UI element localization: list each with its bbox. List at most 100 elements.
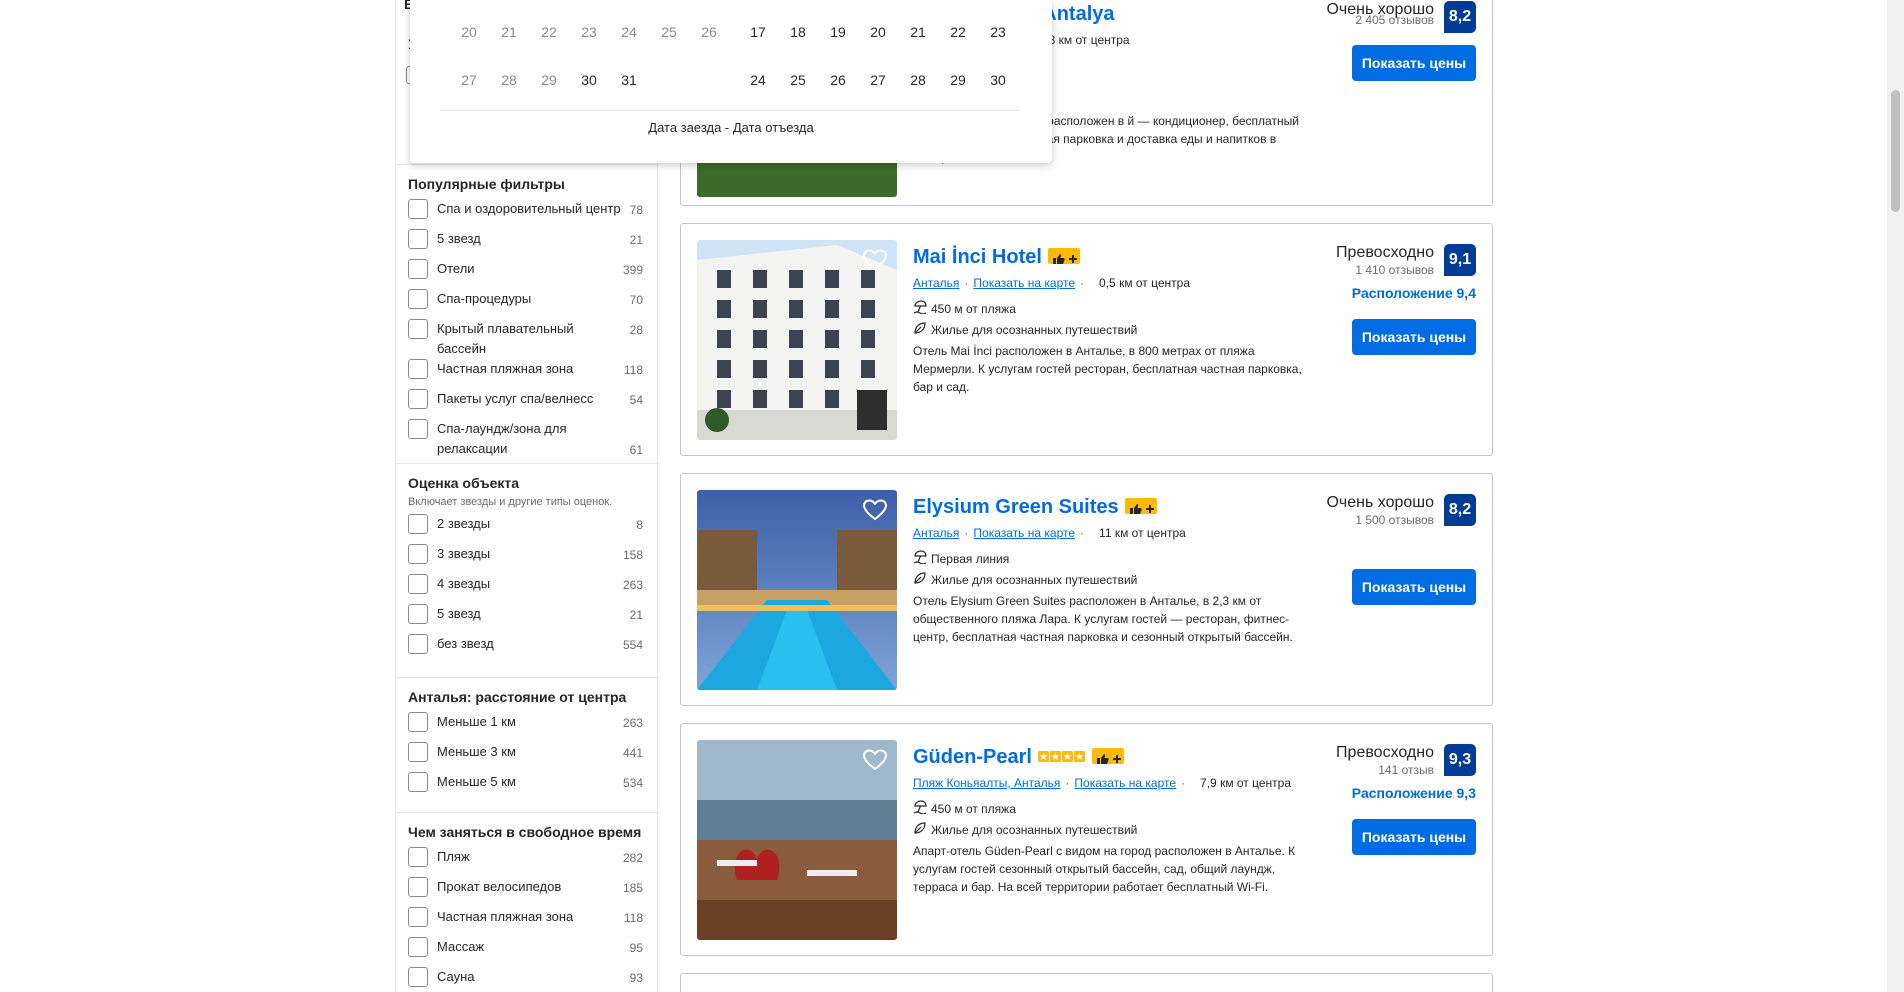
filter-checkbox[interactable] xyxy=(408,937,428,957)
filter-option-label[interactable]: 2 звезды xyxy=(437,514,622,534)
filter-option-label[interactable]: Массаж xyxy=(437,937,622,957)
filter-option-label[interactable]: Спа-процедуры xyxy=(437,289,622,309)
filter-checkbox[interactable] xyxy=(408,289,428,309)
filter-checkbox[interactable] xyxy=(408,419,428,439)
filter-option-label[interactable]: Сауна xyxy=(437,967,622,987)
calendar-day[interactable]: 27 xyxy=(860,70,896,90)
filter-option-label[interactable]: Частная пляжная зона xyxy=(437,359,622,379)
show-on-map-link[interactable]: Показать на карте xyxy=(973,526,1075,540)
filter-checkbox[interactable] xyxy=(408,319,428,339)
filter-option[interactable]: Спа-процедуры 70 xyxy=(408,289,647,319)
district-link[interactable]: Пляж Коньяалты, Анталья xyxy=(913,776,1060,790)
filter-checkbox[interactable] xyxy=(408,967,428,987)
filter-checkbox[interactable] xyxy=(408,514,428,534)
filter-checkbox[interactable] xyxy=(408,389,428,409)
calendar-day[interactable]: 28 xyxy=(900,70,936,90)
show-on-map-link[interactable]: Показать на карте xyxy=(1074,776,1176,790)
filter-option[interactable]: Массаж 95 xyxy=(408,937,647,967)
filter-option[interactable]: 3 звезды 158 xyxy=(408,544,647,574)
filter-checkbox[interactable] xyxy=(408,259,428,279)
calendar-day[interactable]: 17 xyxy=(740,22,776,42)
wishlist-heart-icon[interactable] xyxy=(861,496,889,524)
show-prices-button[interactable]: Показать цены xyxy=(1352,819,1476,855)
hotel-name[interactable]: Elysium Green Suites xyxy=(913,496,1119,518)
filter-option[interactable]: 2 звезды 8 xyxy=(408,514,647,544)
filter-option[interactable]: Спа-лаундж/зона для релаксации 61 xyxy=(408,419,647,469)
calendar-day[interactable]: 18 xyxy=(780,22,816,42)
wishlist-heart-icon[interactable] xyxy=(861,246,889,274)
hotel-card-partial[interactable] xyxy=(680,973,1493,992)
filter-option[interactable]: Меньше 1 км 263 xyxy=(408,712,647,742)
filter-option-label[interactable]: 3 звезды xyxy=(437,544,622,564)
filter-option[interactable]: Частная пляжная зона 118 xyxy=(408,359,647,389)
filter-checkbox[interactable] xyxy=(408,742,428,762)
filter-option[interactable]: Частная пляжная зона 118 xyxy=(408,907,647,937)
hotel-name-link[interactable]: Güden-Pearl xyxy=(913,744,1124,771)
district-link[interactable]: Анталья xyxy=(913,276,959,290)
hotel-name-link[interactable]: Elysium Green Suites xyxy=(913,494,1157,520)
calendar-day[interactable]: 19 xyxy=(820,22,856,42)
hotel-card[interactable]: Güden-Pearl Пляж Коньяалты, Анталья · Показ… xyxy=(680,723,1493,956)
review-score-badge[interactable]: 9,1 xyxy=(1444,244,1476,276)
filter-checkbox[interactable] xyxy=(408,877,428,897)
filter-option-label[interactable]: Пакеты услуг спа/велнесс xyxy=(437,389,622,409)
filter-option-label[interactable]: Меньше 1 км xyxy=(437,712,622,732)
filter-option-label[interactable]: без звезд xyxy=(437,634,622,654)
filter-option-label[interactable]: Меньше 5 км xyxy=(437,772,622,792)
filter-option-label[interactable]: Частная пляжная зона xyxy=(437,907,622,927)
review-score-badge[interactable]: 8,2 xyxy=(1444,494,1476,526)
calendar-day[interactable]: 22 xyxy=(940,22,976,42)
filter-option[interactable]: Крытый плавательный бассейн 28 xyxy=(408,319,647,359)
filter-option-label[interactable]: Прокат велосипедов xyxy=(437,877,622,897)
calendar-day[interactable]: 26 xyxy=(820,70,856,90)
show-prices-button[interactable]: Показать цены xyxy=(1352,45,1476,81)
calendar-day[interactable]: 21 xyxy=(900,22,936,42)
calendar-day[interactable]: 30 xyxy=(980,70,1016,90)
review-score-badge[interactable]: 8,2 xyxy=(1444,1,1476,33)
calendar-day[interactable]: 25 xyxy=(780,70,816,90)
filter-option-label[interactable]: Крытый плавательный бассейн xyxy=(437,319,622,359)
calendar-day[interactable]: 30 xyxy=(571,70,607,90)
show-prices-button[interactable]: Показать цены xyxy=(1352,319,1476,355)
filter-option[interactable]: Отели 399 xyxy=(408,259,647,289)
filter-option[interactable]: Пляж 282 xyxy=(408,847,647,877)
filter-option-label[interactable]: Спа и оздоровительный центр xyxy=(437,199,622,219)
filter-option-label[interactable]: 5 звезд xyxy=(437,604,622,624)
calendar-day[interactable]: 23 xyxy=(980,22,1016,42)
filter-option-label[interactable]: Меньше 3 км xyxy=(437,742,622,762)
filter-checkbox[interactable] xyxy=(408,229,428,249)
filter-checkbox[interactable] xyxy=(408,359,428,379)
filter-checkbox[interactable] xyxy=(408,847,428,867)
filter-option[interactable]: 4 звезды 263 xyxy=(408,574,647,604)
filter-checkbox[interactable] xyxy=(408,772,428,792)
wishlist-heart-icon[interactable] xyxy=(861,746,889,774)
filter-checkbox[interactable] xyxy=(408,712,428,732)
hotel-name-link[interactable]: Mai İnci Hotel xyxy=(913,244,1080,270)
filter-checkbox[interactable] xyxy=(408,634,428,654)
show-prices-button[interactable]: Показать цены xyxy=(1352,569,1476,605)
filter-option[interactable]: Спа и оздоровительный центр 78 xyxy=(408,199,647,229)
filter-option[interactable]: Пакеты услуг спа/велнесс 54 xyxy=(408,389,647,419)
filter-option[interactable]: Меньше 3 км 441 xyxy=(408,742,647,772)
calendar-day[interactable]: 20 xyxy=(860,22,896,42)
district-link[interactable]: Анталья xyxy=(913,526,959,540)
review-score-badge[interactable]: 9,3 xyxy=(1444,744,1476,776)
calendar-day[interactable]: 24 xyxy=(740,70,776,90)
filter-checkbox[interactable] xyxy=(408,544,428,564)
filter-option[interactable]: Прокат велосипедов 185 xyxy=(408,877,647,907)
filter-option[interactable]: без звезд 554 xyxy=(408,634,647,664)
filter-option-label[interactable]: 5 звезд xyxy=(437,229,622,249)
filter-option-label[interactable]: 4 звезды xyxy=(437,574,622,594)
filter-checkbox[interactable] xyxy=(408,574,428,594)
filter-option[interactable]: Меньше 5 км 534 xyxy=(408,772,647,802)
filter-option-label[interactable]: Спа-лаундж/зона для релаксации xyxy=(437,419,622,459)
hotel-card[interactable]: Mai İnci Hotel Анталья · Показать на карте ·… xyxy=(680,223,1493,456)
show-on-map-link[interactable]: Показать на карте xyxy=(973,276,1075,290)
hotel-name[interactable]: Güden-Pearl xyxy=(913,746,1032,768)
calendar-day[interactable]: 29 xyxy=(940,70,976,90)
hotel-card[interactable]: Elysium Green Suites Анталья · Показать на … xyxy=(680,473,1493,706)
filter-option[interactable]: 5 звезд 21 xyxy=(408,229,647,259)
filter-option-label[interactable]: Пляж xyxy=(437,847,622,867)
filter-option[interactable]: Сауна 93 xyxy=(408,967,647,992)
hotel-name[interactable]: Mai İnci Hotel xyxy=(913,246,1042,268)
